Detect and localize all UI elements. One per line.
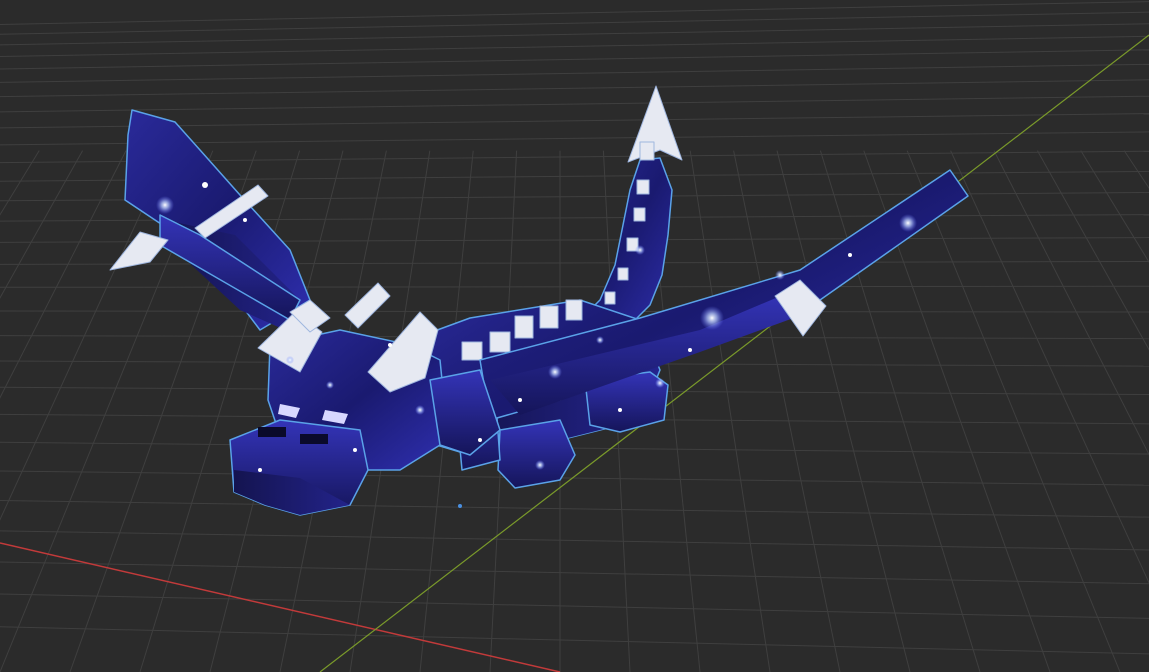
grid-line: [0, 11, 1149, 35]
grid-line: [0, 500, 1149, 518]
grid-line: [993, 150, 1149, 456]
grid-line: [0, 150, 170, 521]
grid-line: [906, 150, 1121, 672]
grid-line: [0, 35, 1149, 57]
grid-line: [0, 285, 1149, 288]
grid-line: [1080, 150, 1149, 263]
right-nostril: [300, 434, 328, 444]
grid-line: [0, 95, 1149, 113]
grid-line: [1123, 150, 1149, 189]
grid-line: [0, 23, 1149, 46]
grid-line: [0, 150, 127, 399]
right-wing[interactable]: [479, 169, 969, 421]
grid-line: [950, 150, 1149, 584]
origin-marker[interactable]: [458, 504, 462, 508]
grid-line: [0, 79, 1149, 98]
grid-line: [689, 150, 771, 672]
grid-line: [0, 49, 1149, 70]
3d-viewport[interactable]: [0, 0, 1149, 672]
grid-line: [0, 260, 1149, 265]
grid-line: [0, 593, 1149, 619]
x-axis-line: [0, 542, 561, 672]
grid-line: [0, 63, 1149, 83]
grid-line: [0, 470, 1149, 486]
grid-line: [0, 1, 1149, 25]
viewport-canvas[interactable]: [0, 0, 1149, 672]
left-nostril: [258, 427, 286, 437]
grid-line: [733, 150, 841, 672]
grid-line: [0, 626, 1149, 655]
grid-line: [1036, 150, 1149, 351]
grid-line: [0, 530, 1149, 551]
